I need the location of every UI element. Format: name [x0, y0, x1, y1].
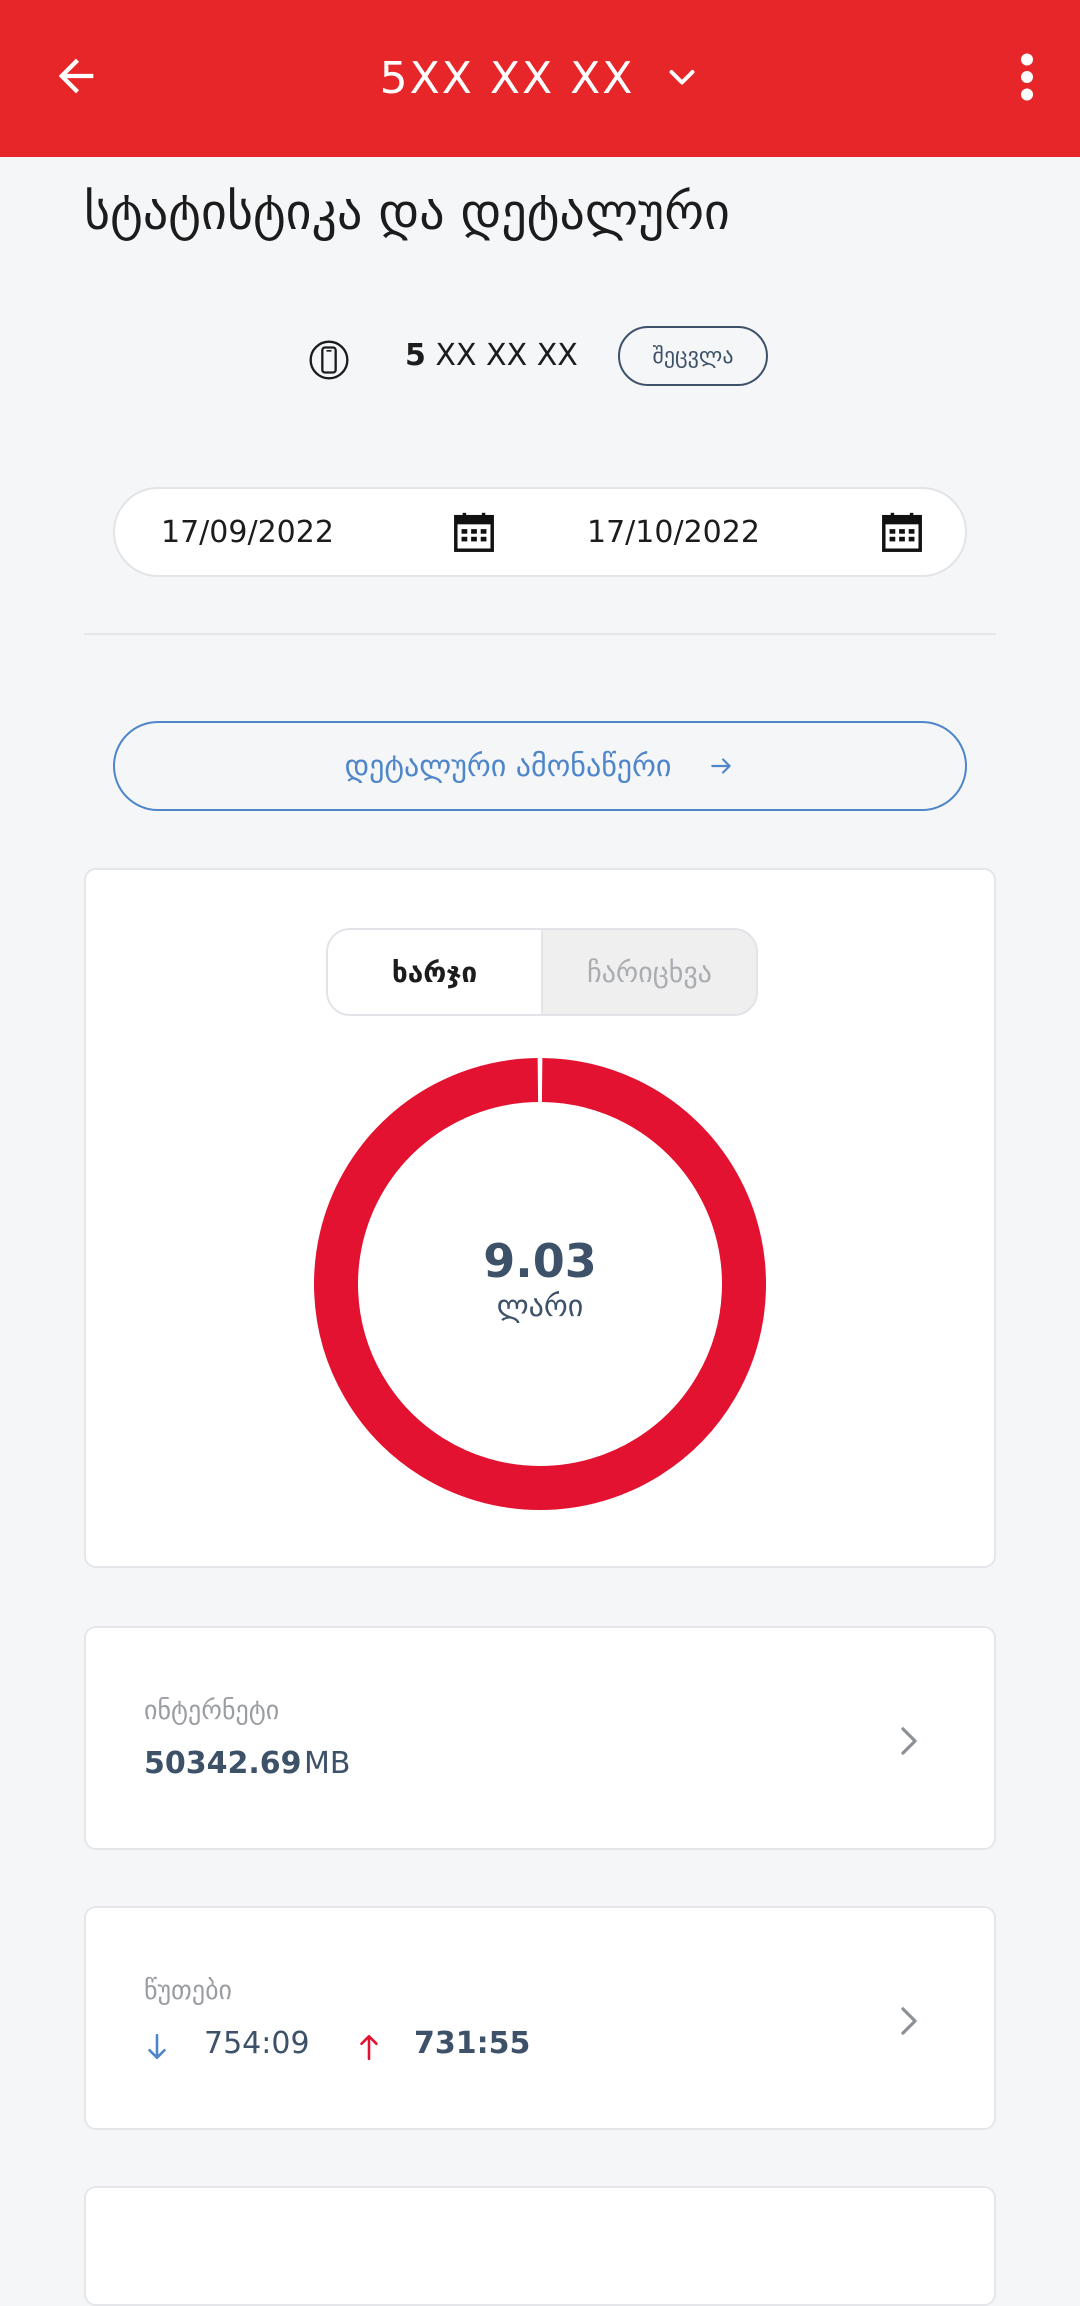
number-selector-label: 5XX XX XX	[379, 53, 635, 104]
next-usage-card[interactable]	[84, 2186, 996, 2306]
page-title: სტატისტიკა და დეტალური	[84, 183, 730, 241]
phone-number-rest: XX XX XX	[425, 338, 578, 373]
arrow-down-icon	[148, 2033, 166, 2059]
phone-number-prefix: 5	[405, 338, 426, 373]
donut-center-unit: ლარი	[496, 1289, 584, 1324]
date-from[interactable]: 17/09/2022	[161, 515, 334, 550]
incoming-minutes: 754:09	[204, 2026, 310, 2061]
app-bar: 5XX XX XX	[0, 0, 1080, 157]
tab-expenses[interactable]: ხარჯი	[328, 930, 543, 1014]
outgoing-minutes: 731:55	[414, 2026, 531, 2061]
minutes-label: წუთები	[144, 1976, 232, 2006]
detailed-statement-label: დეტალური ამონაწერი	[344, 748, 672, 784]
more-vertical-icon[interactable]	[1012, 52, 1042, 102]
date-range-picker: 17/09/2022 17/10/2022	[113, 487, 967, 577]
internet-label: ინტერნეტი	[144, 1696, 280, 1726]
internet-value: 50342.69	[144, 1746, 302, 1781]
calendar-icon[interactable]	[451, 509, 497, 555]
detailed-statement-button[interactable]: დეტალური ამონაწერი	[113, 721, 967, 811]
phone-icon	[309, 340, 349, 380]
number-selector[interactable]: 5XX XX XX	[0, 50, 1080, 108]
minutes-usage-card[interactable]: წუთები 754:09 731:55	[84, 1906, 996, 2130]
arrow-right-icon	[711, 758, 732, 774]
spending-type-toggle: ხარჯი ჩარიცხვა	[326, 928, 758, 1016]
internet-unit: MB	[304, 1746, 351, 1781]
chevron-down-icon	[669, 70, 695, 85]
divider	[84, 633, 996, 635]
donut-center-value: 9.03	[483, 1234, 597, 1288]
change-number-button[interactable]: შეცვლა	[618, 326, 768, 386]
donut-center: 9.03 ლარი	[314, 1234, 766, 1326]
phone-number: 5 XX XX XX	[405, 338, 578, 373]
calendar-icon[interactable]	[879, 509, 925, 555]
chevron-right-icon	[901, 2007, 917, 2035]
date-to[interactable]: 17/10/2022	[587, 515, 760, 550]
internet-usage-card[interactable]: ინტერნეტი 50342.69 MB	[84, 1626, 996, 1850]
arrow-up-icon	[360, 2035, 378, 2061]
spending-chart-card: ხარჯი ჩარიცხვა 9.03 ლარი	[84, 868, 996, 1568]
number-row: 5 XX XX XX შეცვლა	[0, 326, 1080, 390]
tab-deposits[interactable]: ჩარიცხვა	[543, 930, 756, 1014]
chevron-right-icon	[901, 1727, 917, 1755]
